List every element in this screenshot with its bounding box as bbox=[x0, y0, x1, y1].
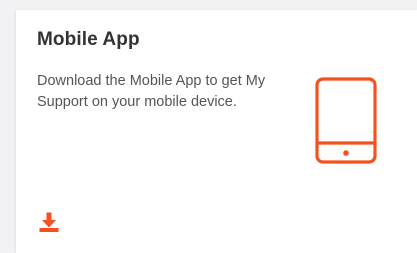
page: Mobile App Download the Mobile App to ge… bbox=[0, 0, 417, 253]
mobile-phone-icon bbox=[315, 77, 377, 164]
card-description: Download the Mobile App to get My Suppor… bbox=[37, 73, 266, 110]
download-icon[interactable] bbox=[38, 211, 60, 233]
mobile-app-card: Mobile App Download the Mobile App to ge… bbox=[16, 10, 417, 253]
card-title: Mobile App bbox=[37, 29, 140, 50]
